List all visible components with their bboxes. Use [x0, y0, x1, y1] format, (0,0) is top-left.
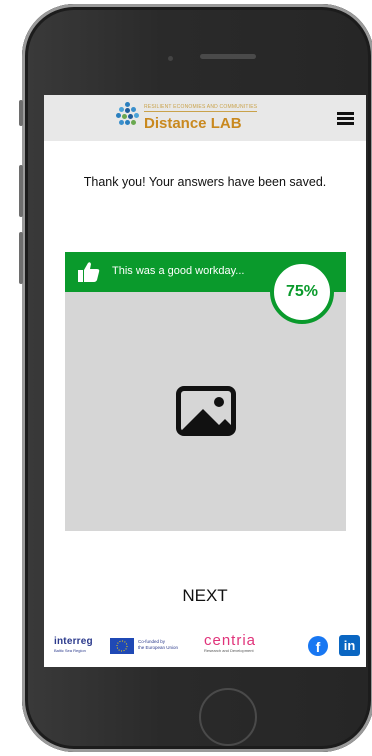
- facebook-icon[interactable]: f: [308, 636, 328, 656]
- linkedin-icon[interactable]: in: [339, 635, 360, 656]
- home-button[interactable]: [199, 688, 257, 746]
- app-screen: RESILIENT ECONOMIES AND COMMUNITIES Dist…: [44, 95, 366, 667]
- eu-cofunded-text: Co-funded by the European Union: [138, 639, 178, 651]
- eu-line-1: Co-funded by: [138, 639, 166, 644]
- centria-logo: centria Research and Development: [204, 632, 256, 653]
- interreg-logo: interreg Baltic Sea Region: [54, 636, 93, 653]
- mute-switch: [19, 100, 23, 126]
- thumbs-up-icon: [78, 262, 100, 282]
- next-button[interactable]: NEXT: [155, 582, 255, 610]
- centria-name: centria: [204, 632, 257, 649]
- confirmation-message: Thank you! Your answers have been saved.: [83, 175, 327, 189]
- score-badge: 75%: [270, 260, 334, 324]
- eu-flag-icon: [110, 638, 134, 654]
- logo-icon: [116, 102, 140, 126]
- earpiece-speaker: [200, 54, 256, 59]
- result-banner-text: This was a good workday...: [112, 265, 245, 277]
- footer-logos: interreg Baltic Sea Region Co-funded by …: [44, 629, 366, 667]
- front-camera: [168, 56, 173, 61]
- app-header: RESILIENT ECONOMIES AND COMMUNITIES Dist…: [44, 95, 366, 141]
- interreg-region: Baltic Sea Region: [54, 648, 86, 653]
- result-card: This was a good workday... 75%: [65, 252, 346, 531]
- centria-subtitle: Research and Development: [204, 648, 254, 653]
- volume-down-button: [19, 232, 23, 284]
- logo-tagline: RESILIENT ECONOMIES AND COMMUNITIES: [144, 104, 258, 112]
- score-value: 75%: [285, 283, 319, 300]
- hamburger-menu-icon[interactable]: [337, 112, 354, 125]
- app-title: Distance LAB: [144, 115, 242, 132]
- volume-up-button: [19, 165, 23, 217]
- interreg-name: interreg: [54, 636, 93, 647]
- eu-line-2: the European Union: [138, 645, 179, 650]
- image-placeholder-icon: [176, 386, 236, 436]
